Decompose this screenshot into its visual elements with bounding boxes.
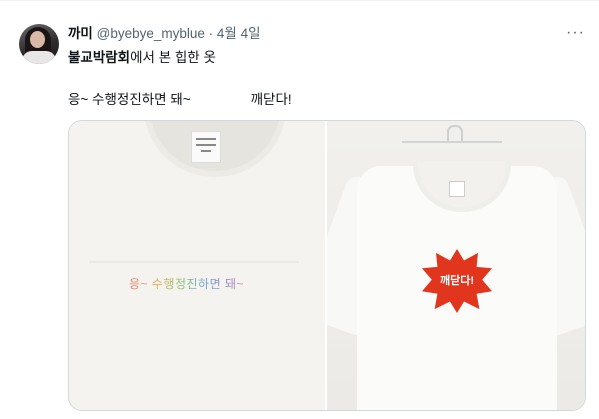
top-divider bbox=[0, 0, 599, 1]
tweet-text-line2: 응~ 수행정진하면 돼~ 깨닫다! bbox=[68, 92, 292, 108]
author-name[interactable]: 까미 bbox=[68, 26, 93, 41]
photo-right[interactable]: 깨닫다! bbox=[327, 121, 585, 410]
tweet-text-line2-second: 깨닫다! bbox=[250, 92, 292, 107]
right-label-tag bbox=[449, 181, 465, 197]
hanger-hook bbox=[447, 125, 463, 141]
tweet-text-line1: 불교박람회에서 본 힙한 옷 bbox=[68, 50, 216, 66]
tweet-text-rest: 에서 본 힙한 옷 bbox=[130, 50, 216, 65]
left-label-tag bbox=[191, 131, 221, 163]
avatar[interactable] bbox=[19, 24, 59, 64]
left-fold-line bbox=[89, 261, 299, 263]
tweet-media[interactable]: 응~ 수행정진하면 돼~ 깨닫다! bbox=[68, 120, 586, 411]
more-options-icon[interactable]: ··· bbox=[566, 25, 585, 41]
tweet-text-line2-first: 응~ 수행정진하면 돼~ bbox=[68, 92, 191, 107]
tweet-date[interactable]: 4월 4일 bbox=[217, 26, 261, 41]
separator-dot: · bbox=[208, 26, 214, 41]
tweet-header: 까미 @byebye_myblue · 4월 4일 bbox=[68, 26, 261, 42]
photo-left[interactable]: 응~ 수행정진하면 돼~ bbox=[69, 121, 325, 410]
burst-badge-text: 깨닫다! bbox=[439, 275, 475, 287]
avatar-face bbox=[30, 31, 45, 48]
avatar-shirt bbox=[22, 51, 56, 64]
author-handle[interactable]: @byebye_myblue bbox=[97, 26, 205, 41]
hanger-bar bbox=[402, 141, 502, 143]
left-print-text: 응~ 수행정진하면 돼~ bbox=[129, 277, 245, 291]
tweet-text-bold: 불교박람회 bbox=[68, 50, 131, 65]
